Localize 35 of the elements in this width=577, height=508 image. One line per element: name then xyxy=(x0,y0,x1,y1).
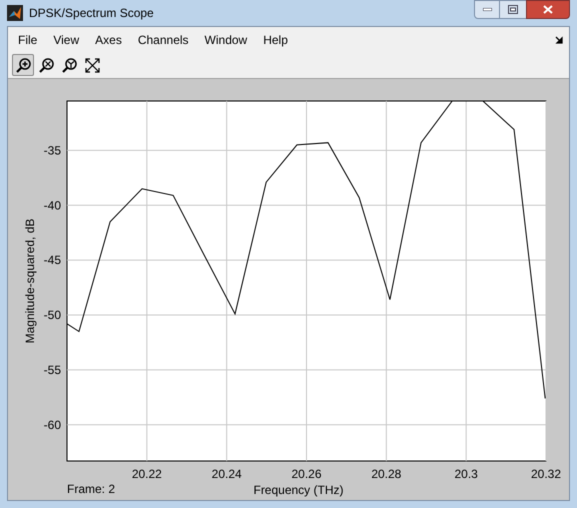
menu-item[interactable]: File xyxy=(10,30,46,48)
frame-label: Frame: 2 xyxy=(67,482,116,496)
x-tick-label: 20.26 xyxy=(291,467,322,481)
y-tick-label: -50 xyxy=(44,308,61,322)
x-tick-label: 20.28 xyxy=(371,467,402,481)
menu-item[interactable]: Axes xyxy=(87,30,130,48)
window-title: DPSK/Spectrum Scope xyxy=(29,5,154,22)
maximize-button[interactable] xyxy=(500,0,526,19)
dock-arrow-icon[interactable] xyxy=(555,36,563,44)
y-tick-label: -60 xyxy=(44,418,61,432)
close-icon xyxy=(543,5,553,14)
expand-arrows-icon xyxy=(84,56,100,74)
toolbar-button[interactable] xyxy=(12,54,34,76)
y-tick-label: -55 xyxy=(44,362,61,377)
y-tick-label: -35 xyxy=(44,143,61,158)
y-tick-label: -45 xyxy=(44,253,61,268)
minimize-button[interactable] xyxy=(474,0,500,19)
minimize-icon xyxy=(482,8,492,11)
menu-item[interactable]: Channels xyxy=(130,30,197,48)
zoom-y-icon xyxy=(60,56,78,74)
y-axis-label: Magnitude-squared, dB xyxy=(23,218,37,344)
zoom-x-icon xyxy=(38,56,54,74)
x-tick-label: 20.22 xyxy=(132,467,162,481)
close-button[interactable] xyxy=(526,0,570,19)
y-tick-label: -40 xyxy=(44,198,61,212)
menu-item[interactable]: Window xyxy=(196,30,256,48)
restore-icon xyxy=(508,5,518,14)
zoom-in-icon xyxy=(14,56,32,74)
app-logo-icon xyxy=(7,5,23,21)
menu-item[interactable]: View xyxy=(45,30,88,48)
x-tick-label: 20.24 xyxy=(212,467,242,481)
x-tick-label: 20.3 xyxy=(454,467,478,481)
x-tick-label: 20.32 xyxy=(530,467,562,481)
x-axis-label: Frequency (THz) xyxy=(253,483,344,497)
menu-item[interactable]: Help xyxy=(255,30,296,48)
